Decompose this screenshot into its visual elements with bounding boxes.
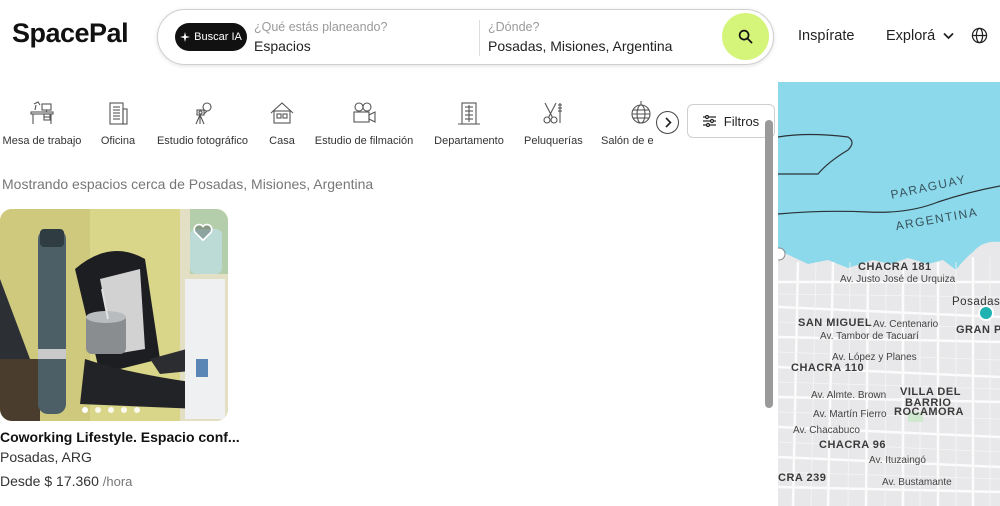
category-label: Estudio fotográfico: [156, 135, 249, 147]
map-label-chacra-239: CRA 239: [778, 472, 827, 484]
what-field-value[interactable]: Espacios: [254, 36, 474, 56]
results-scrollbar[interactable]: [765, 120, 773, 408]
photo-studio-icon: [194, 102, 212, 125]
where-field-label: ¿Dónde?: [488, 20, 540, 34]
map-label-chacra-181: CHACRA 181: [858, 261, 932, 273]
category-label: Mesa de trabajo: [2, 135, 82, 147]
photo-pagination: [82, 407, 140, 413]
category-item-house[interactable]: Casa: [268, 100, 296, 147]
category-item-apartment[interactable]: Departamento: [433, 100, 505, 147]
where-field[interactable]: ¿Dónde? Posadas, Misiones, Argentina: [488, 19, 718, 56]
filters-label: Filtros: [723, 113, 760, 129]
ai-search-label: Buscar IA: [194, 31, 242, 43]
pagination-dot[interactable]: [134, 407, 140, 413]
category-label: Peluquerías: [524, 135, 583, 147]
category-item-event-hall[interactable]: Salón de e: [601, 100, 660, 147]
office-building-icon: [109, 102, 128, 125]
category-bar: Mesa de trabajo Oficina Estudio fotográf…: [0, 82, 660, 160]
house-icon: [270, 102, 294, 124]
what-field-label: ¿Qué estás planeando?: [254, 20, 388, 34]
search-icon: [738, 29, 753, 44]
map-base: [778, 82, 1000, 506]
category-item-salon[interactable]: Peluquerías: [524, 100, 583, 147]
top-header: SpacePal Buscar IA ¿Qué estás planeando?…: [0, 0, 1000, 78]
map-label-posadas: Posadas: [952, 296, 1000, 308]
map-label-street: Av. Almte. Brown: [811, 390, 887, 401]
desk-icon: [30, 101, 54, 124]
film-camera-icon: [353, 102, 376, 123]
category-label: Salón de e: [601, 135, 654, 147]
category-label: Oficina: [100, 135, 136, 147]
brand-logo[interactable]: SpacePal: [12, 18, 129, 49]
category-item-office[interactable]: Oficina: [98, 100, 138, 147]
map-label-street: Av. Martín Fierro: [813, 409, 887, 420]
disco-ball-icon: [631, 101, 651, 124]
map-label-chacra-110: CHACRA 110: [791, 362, 865, 374]
sparkle-icon: [180, 32, 191, 42]
scissors-icon: [543, 102, 562, 124]
pagination-dot[interactable]: [108, 407, 114, 413]
category-item-film-studio[interactable]: Estudio de filmación: [314, 100, 414, 147]
filters-button[interactable]: Filtros: [687, 104, 775, 138]
listing-price-value: Desde $ 17.360: [0, 473, 99, 489]
nav-explora-menu[interactable]: Explorá: [886, 28, 954, 44]
nav-explora-label: Explorá: [886, 28, 936, 44]
category-label: Estudio de filmación: [314, 135, 414, 147]
map-label-san-miguel: SAN MIGUEL: [798, 317, 873, 329]
map-label-villa-3: ROCAMORA: [894, 406, 964, 418]
listing-title[interactable]: Coworking Lifestyle. Espacio conf...: [0, 429, 240, 445]
category-next-button[interactable]: [656, 111, 679, 134]
map-label-street: Av. Centenario: [873, 319, 939, 330]
category-label: Departamento: [434, 135, 504, 147]
map-label-street: Av. Ituzaingó: [869, 455, 926, 466]
map-panel[interactable]: PARAGUAY ARGENTINA CHACRA 181 Av. Justo …: [778, 82, 1000, 506]
chevron-right-icon: [664, 117, 672, 128]
search-bar[interactable]: Buscar IA ¿Qué estás planeando? Espacios…: [157, 9, 774, 65]
map-label-street: Av. Chacabuco: [793, 425, 860, 436]
search-divider: [479, 20, 480, 56]
listing-location: Posadas, ARG: [0, 449, 92, 465]
map-label-street: Av. Tambor de Tacuarí: [820, 331, 919, 342]
sliders-icon: [702, 115, 716, 127]
search-button[interactable]: [722, 13, 769, 60]
pagination-dot[interactable]: [82, 407, 88, 413]
category-item-photo-studio[interactable]: Estudio fotográfico: [155, 100, 250, 147]
apartment-building-icon: [458, 102, 480, 125]
listing-photo[interactable]: [0, 209, 228, 421]
ai-search-button[interactable]: Buscar IA: [175, 23, 247, 51]
results-panel: Mesa de trabajo Oficina Estudio fotográf…: [0, 82, 778, 506]
chevron-down-icon: [943, 32, 954, 40]
map-label-gran-posadas: GRAN PO: [956, 324, 1000, 336]
heart-icon[interactable]: [192, 221, 214, 243]
pagination-dot[interactable]: [121, 407, 127, 413]
map-label-street: Av. Justo José de Urquiza: [840, 274, 956, 285]
where-field-value[interactable]: Posadas, Misiones, Argentina: [488, 36, 718, 56]
listing-price: Desde $ 17.360 /hora: [0, 473, 230, 489]
listing-price-unit: /hora: [102, 474, 133, 489]
pagination-dot[interactable]: [95, 407, 101, 413]
category-item-desk[interactable]: Mesa de trabajo: [2, 100, 82, 147]
what-field[interactable]: ¿Qué estás planeando? Espacios: [254, 19, 474, 56]
listing-card[interactable]: Coworking Lifestyle. Espacio conf... Pos…: [0, 209, 240, 489]
results-summary: Mostrando espacios cerca de Posadas, Mis…: [2, 176, 374, 192]
globe-icon[interactable]: [971, 27, 988, 44]
category-label: Casa: [269, 135, 295, 147]
map-label-chacra-96: CHACRA 96: [819, 439, 887, 451]
nav-inspirate-link[interactable]: Inspírate: [798, 28, 854, 44]
map-label-street: Av. Bustamante: [882, 477, 952, 488]
